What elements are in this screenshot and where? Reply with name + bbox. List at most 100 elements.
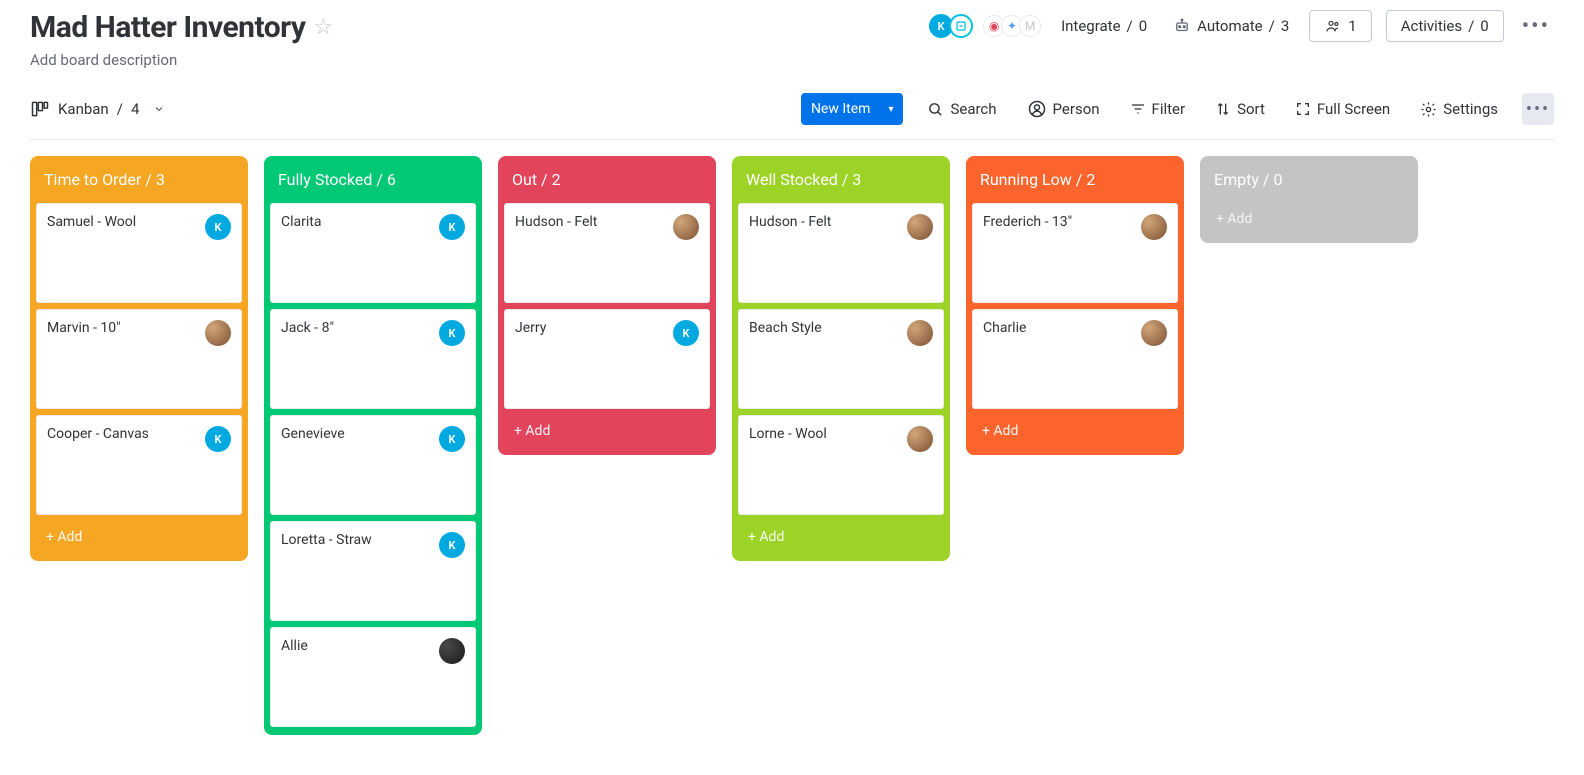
kanban-card[interactable]: Allie xyxy=(270,627,476,727)
fullscreen-button[interactable]: Full Screen xyxy=(1289,96,1396,122)
star-icon[interactable]: ☆ xyxy=(314,15,334,40)
card-title: Clarita xyxy=(281,214,321,230)
card-title: Samuel - Wool xyxy=(47,214,136,230)
chevron-down-icon: ▾ xyxy=(888,104,893,115)
settings-label: Settings xyxy=(1443,100,1498,118)
members-icon xyxy=(1324,18,1342,34)
activities-button[interactable]: Activities / 0 xyxy=(1386,10,1504,42)
assignee-avatar[interactable] xyxy=(907,320,933,346)
kanban-column-fully_stocked: Fully Stocked / 6ClaritaKJack - 8"KGenev… xyxy=(264,156,482,735)
card-title: Lorne - Wool xyxy=(749,426,827,442)
view-name: Kanban xyxy=(58,100,109,118)
integrate-label: Integrate xyxy=(1061,17,1120,35)
kanban-card[interactable]: Hudson - Felt xyxy=(504,203,710,303)
column-header[interactable]: Empty / 0 xyxy=(1206,164,1412,197)
automate-button[interactable]: Automate / 3 xyxy=(1167,13,1295,39)
search-icon xyxy=(927,101,944,118)
assignee-avatar[interactable] xyxy=(907,214,933,240)
column-add-button[interactable]: + Add xyxy=(36,521,242,553)
column-add-button[interactable]: + Add xyxy=(972,415,1178,447)
card-title: Marvin - 10" xyxy=(47,320,121,336)
column-header[interactable]: Running Low / 2 xyxy=(972,164,1178,197)
automate-count: 3 xyxy=(1281,17,1289,35)
kanban-card[interactable]: Charlie xyxy=(972,309,1178,409)
board-menu-icon[interactable]: ••• xyxy=(1518,14,1554,39)
column-add-button[interactable]: + Add xyxy=(738,521,944,553)
settings-button[interactable]: Settings xyxy=(1414,96,1504,122)
column-header[interactable]: Well Stocked / 3 xyxy=(738,164,944,197)
kanban-card[interactable]: Frederich - 13" xyxy=(972,203,1178,303)
column-header[interactable]: Time to Order / 3 xyxy=(36,164,242,197)
integrate-button[interactable]: Integrate / 0 xyxy=(1055,13,1153,39)
board-description[interactable]: Add board description xyxy=(30,51,333,69)
card-title: Frederich - 13" xyxy=(983,214,1072,230)
kanban-card[interactable]: Lorne - Wool xyxy=(738,415,944,515)
toolbar-more-icon[interactable]: ••• xyxy=(1522,93,1554,125)
presence-chips[interactable]: K xyxy=(933,14,973,38)
column-add-button[interactable]: + Add xyxy=(504,415,710,447)
search-button[interactable]: Search xyxy=(921,96,1002,122)
sort-icon xyxy=(1215,101,1231,117)
fullscreen-icon xyxy=(1295,101,1311,117)
kanban-column-empty: Empty / 0 + Add xyxy=(1200,156,1418,243)
sort-label: Sort xyxy=(1237,100,1265,118)
kanban-card[interactable]: GenevieveK xyxy=(270,415,476,515)
card-title: Jerry xyxy=(515,320,546,336)
person-button[interactable]: Person xyxy=(1021,95,1106,123)
kanban-card[interactable]: Beach Style xyxy=(738,309,944,409)
assignee-avatar[interactable] xyxy=(1141,214,1167,240)
integration-icon-3: M xyxy=(1019,15,1041,37)
kanban-card[interactable]: Jack - 8"K xyxy=(270,309,476,409)
assignee-avatar[interactable]: K xyxy=(205,426,231,452)
card-title: Allie xyxy=(281,638,308,654)
view-count: 4 xyxy=(131,100,139,118)
kanban-card[interactable]: Hudson - Felt xyxy=(738,203,944,303)
kanban-board: Time to Order / 3 Samuel - Wool K Marvin - … xyxy=(30,140,1554,775)
kanban-column-out: Out / 2 Hudson - Felt Jerry K + Add xyxy=(498,156,716,455)
assignee-avatar[interactable]: K xyxy=(439,214,465,240)
person-label: Person xyxy=(1053,100,1100,118)
members-button[interactable]: 1 xyxy=(1309,10,1371,42)
members-count: 1 xyxy=(1348,17,1356,35)
board-title[interactable]: Mad Hatter Inventory xyxy=(30,10,306,45)
filter-button[interactable]: Filter xyxy=(1124,96,1192,122)
card-title: Beach Style xyxy=(749,320,822,336)
kanban-card[interactable]: Clarita K xyxy=(270,203,476,303)
assignee-avatar[interactable]: K xyxy=(439,320,465,346)
kanban-card[interactable]: Jerry K xyxy=(504,309,710,409)
assignee-avatar[interactable]: K xyxy=(673,320,699,346)
column-header[interactable]: Out / 2 xyxy=(504,164,710,197)
filter-label: Filter xyxy=(1152,100,1186,118)
card-title: Hudson - Felt xyxy=(749,214,831,230)
assignee-avatar[interactable] xyxy=(205,320,231,346)
integration-icons[interactable]: ◉ ✦ M xyxy=(987,15,1041,37)
kanban-card[interactable]: Cooper - Canvas K xyxy=(36,415,242,515)
automate-label: Automate xyxy=(1197,17,1262,35)
kanban-card[interactable]: Loretta - Straw K xyxy=(270,521,476,621)
assignee-avatar[interactable] xyxy=(439,638,465,664)
card-title: Charlie xyxy=(983,320,1026,336)
column-header[interactable]: Fully Stocked / 6 xyxy=(270,164,476,197)
assignee-avatar[interactable] xyxy=(673,214,699,240)
kanban-card[interactable]: Marvin - 10" xyxy=(36,309,242,409)
assignee-avatar[interactable]: K xyxy=(439,532,465,558)
kanban-card[interactable]: Samuel - Wool K xyxy=(36,203,242,303)
assignee-avatar[interactable] xyxy=(907,426,933,452)
fullscreen-label: Full Screen xyxy=(1317,100,1390,118)
search-label: Search xyxy=(950,100,996,118)
sort-button[interactable]: Sort xyxy=(1209,96,1271,122)
card-title: Loretta - Straw xyxy=(281,532,372,548)
view-selector[interactable]: Kanban / 4 xyxy=(30,99,165,119)
activities-label: Activities xyxy=(1401,17,1462,35)
assignee-avatar[interactable] xyxy=(1141,320,1167,346)
assignee-avatar[interactable]: K xyxy=(205,214,231,240)
card-title: Cooper - Canvas xyxy=(47,426,149,442)
gear-icon xyxy=(1420,101,1437,118)
new-item-button[interactable]: New Item ▾ xyxy=(801,93,904,125)
column-add-button[interactable]: + Add xyxy=(1206,203,1412,235)
assignee-avatar[interactable]: K xyxy=(439,426,465,452)
integrate-count: 0 xyxy=(1139,17,1147,35)
filter-icon xyxy=(1130,101,1146,117)
kanban-icon xyxy=(30,99,50,119)
card-title: Hudson - Felt xyxy=(515,214,597,230)
